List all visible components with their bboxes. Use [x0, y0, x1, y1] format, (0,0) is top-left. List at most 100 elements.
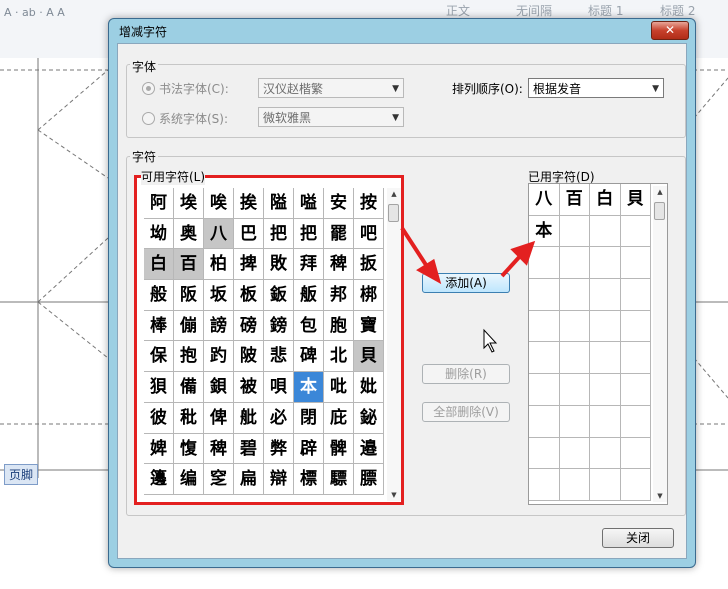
used-char-cell[interactable]: 本: [529, 215, 560, 248]
available-char-cell[interactable]: 悲: [264, 341, 294, 373]
available-char-cell[interactable]: 鎊: [264, 310, 294, 342]
used-char-cell[interactable]: [620, 469, 651, 501]
used-char-cell[interactable]: [559, 247, 590, 280]
available-characters-grid[interactable]: 阿埃唉挨隘嗌安按坳奥八巴把把罷吧白百柏捭敗拜稗扳般阪坂板鈑舨邦梆棒傰謗磅鎊包胞寶…: [144, 188, 384, 495]
available-char-cell[interactable]: 稗: [204, 433, 234, 465]
available-char-cell[interactable]: 狽: [144, 372, 174, 403]
available-char-cell[interactable]: 俾: [204, 402, 234, 434]
available-char-cell[interactable]: 捭: [234, 249, 264, 281]
available-char-cell[interactable]: 扁: [234, 464, 264, 495]
available-char-cell[interactable]: 舭: [234, 402, 264, 434]
scroll-down-icon[interactable]: ▼: [387, 489, 401, 501]
style-heading-2[interactable]: 标题 2: [660, 2, 695, 19]
available-char-cell[interactable]: 抱: [174, 341, 204, 373]
used-char-cell[interactable]: 白: [590, 184, 621, 216]
available-char-cell[interactable]: 唄: [264, 372, 294, 403]
used-char-cell[interactable]: [620, 405, 651, 438]
available-char-cell[interactable]: 陂: [234, 341, 264, 373]
available-char-cell[interactable]: 髀: [324, 433, 354, 465]
calligraphy-font-radio[interactable]: 书法字体(C):: [142, 80, 229, 97]
available-char-cell[interactable]: 唉: [204, 188, 234, 219]
available-char-cell[interactable]: 编: [174, 464, 204, 495]
scroll-up-icon[interactable]: ▲: [387, 188, 401, 200]
available-char-cell[interactable]: 謗: [204, 310, 234, 342]
available-char-cell[interactable]: 坳: [144, 218, 174, 250]
used-scrollbar[interactable]: ▲ ▼: [653, 186, 667, 502]
used-char-cell[interactable]: [590, 310, 621, 343]
used-char-cell[interactable]: [559, 310, 590, 343]
available-char-cell[interactable]: 安: [324, 188, 354, 219]
used-char-cell[interactable]: [559, 215, 590, 248]
used-char-cell[interactable]: [620, 215, 651, 248]
available-char-cell[interactable]: 敗: [264, 249, 294, 281]
used-char-cell[interactable]: [620, 247, 651, 280]
available-char-cell[interactable]: 把: [294, 218, 324, 250]
available-char-cell[interactable]: 把: [264, 218, 294, 250]
used-char-cell[interactable]: [559, 405, 590, 438]
close-button[interactable]: 关闭: [602, 528, 674, 548]
used-char-cell[interactable]: [590, 247, 621, 280]
available-char-cell[interactable]: 吡: [324, 372, 354, 403]
scroll-down-icon[interactable]: ▼: [653, 490, 667, 502]
available-char-cell[interactable]: 本: [294, 372, 324, 403]
available-char-cell[interactable]: 吧: [354, 218, 384, 250]
used-char-cell[interactable]: [590, 279, 621, 311]
system-font-select[interactable]: 微软雅黑 ▼: [258, 107, 404, 127]
used-char-cell[interactable]: [559, 437, 590, 470]
scroll-thumb[interactable]: [388, 204, 399, 222]
available-char-cell[interactable]: 碧: [234, 433, 264, 465]
available-char-cell[interactable]: 百: [174, 249, 204, 281]
used-char-cell[interactable]: [620, 342, 651, 375]
available-char-cell[interactable]: 柏: [204, 249, 234, 281]
used-char-cell[interactable]: [590, 437, 621, 470]
available-char-cell[interactable]: 挨: [234, 188, 264, 219]
available-char-cell[interactable]: 婢: [144, 433, 174, 465]
available-char-cell[interactable]: 傰: [174, 310, 204, 342]
available-char-cell[interactable]: 秕: [174, 402, 204, 434]
available-char-cell[interactable]: 拜: [294, 249, 324, 281]
used-char-cell[interactable]: [559, 342, 590, 375]
style-normal[interactable]: 正文: [446, 2, 470, 19]
used-char-cell[interactable]: 百: [559, 184, 590, 216]
calligraphy-font-select[interactable]: 汉仪赵楷繁 ▼: [258, 78, 404, 98]
available-char-cell[interactable]: 窆: [204, 464, 234, 495]
available-char-cell[interactable]: 包: [294, 310, 324, 342]
used-char-cell[interactable]: [529, 279, 560, 311]
used-char-cell[interactable]: [620, 310, 651, 343]
available-char-cell[interactable]: 彼: [144, 402, 174, 434]
available-char-cell[interactable]: 胞: [324, 310, 354, 342]
available-char-cell[interactable]: 罷: [324, 218, 354, 250]
delete-button[interactable]: 删除(R): [422, 364, 510, 384]
available-char-cell[interactable]: 愎: [174, 433, 204, 465]
available-char-cell[interactable]: 鉍: [354, 402, 384, 434]
available-char-cell[interactable]: 阪: [174, 280, 204, 311]
system-font-radio[interactable]: 系统字体(S):: [142, 110, 228, 127]
available-char-cell[interactable]: 寶: [354, 310, 384, 342]
available-char-cell[interactable]: 辟: [294, 433, 324, 465]
used-char-cell[interactable]: [620, 279, 651, 311]
add-button[interactable]: 添加(A): [422, 273, 510, 293]
sort-order-select[interactable]: 根据发音 ▼: [528, 78, 664, 98]
scroll-up-icon[interactable]: ▲: [653, 186, 667, 198]
available-char-cell[interactable]: 貝: [354, 341, 384, 373]
available-char-cell[interactable]: 標: [294, 464, 324, 495]
used-char-cell[interactable]: [559, 469, 590, 501]
used-char-cell[interactable]: [529, 437, 560, 470]
available-char-cell[interactable]: 白: [144, 249, 174, 281]
available-char-cell[interactable]: 板: [234, 280, 264, 311]
available-char-cell[interactable]: 妣: [354, 372, 384, 403]
available-char-cell[interactable]: 巴: [234, 218, 264, 250]
available-char-cell[interactable]: 趵: [204, 341, 234, 373]
used-char-cell[interactable]: [590, 405, 621, 438]
available-char-cell[interactable]: 保: [144, 341, 174, 373]
used-char-cell[interactable]: [590, 469, 621, 501]
available-char-cell[interactable]: 庇: [324, 402, 354, 434]
available-char-cell[interactable]: 扳: [354, 249, 384, 281]
available-char-cell[interactable]: 鈑: [264, 280, 294, 311]
available-char-cell[interactable]: 碑: [294, 341, 324, 373]
available-char-cell[interactable]: 必: [264, 402, 294, 434]
available-char-cell[interactable]: 奥: [174, 218, 204, 250]
available-char-cell[interactable]: 磅: [234, 310, 264, 342]
used-characters-grid[interactable]: 八百白貝本: [529, 184, 651, 501]
used-char-cell[interactable]: [590, 215, 621, 248]
